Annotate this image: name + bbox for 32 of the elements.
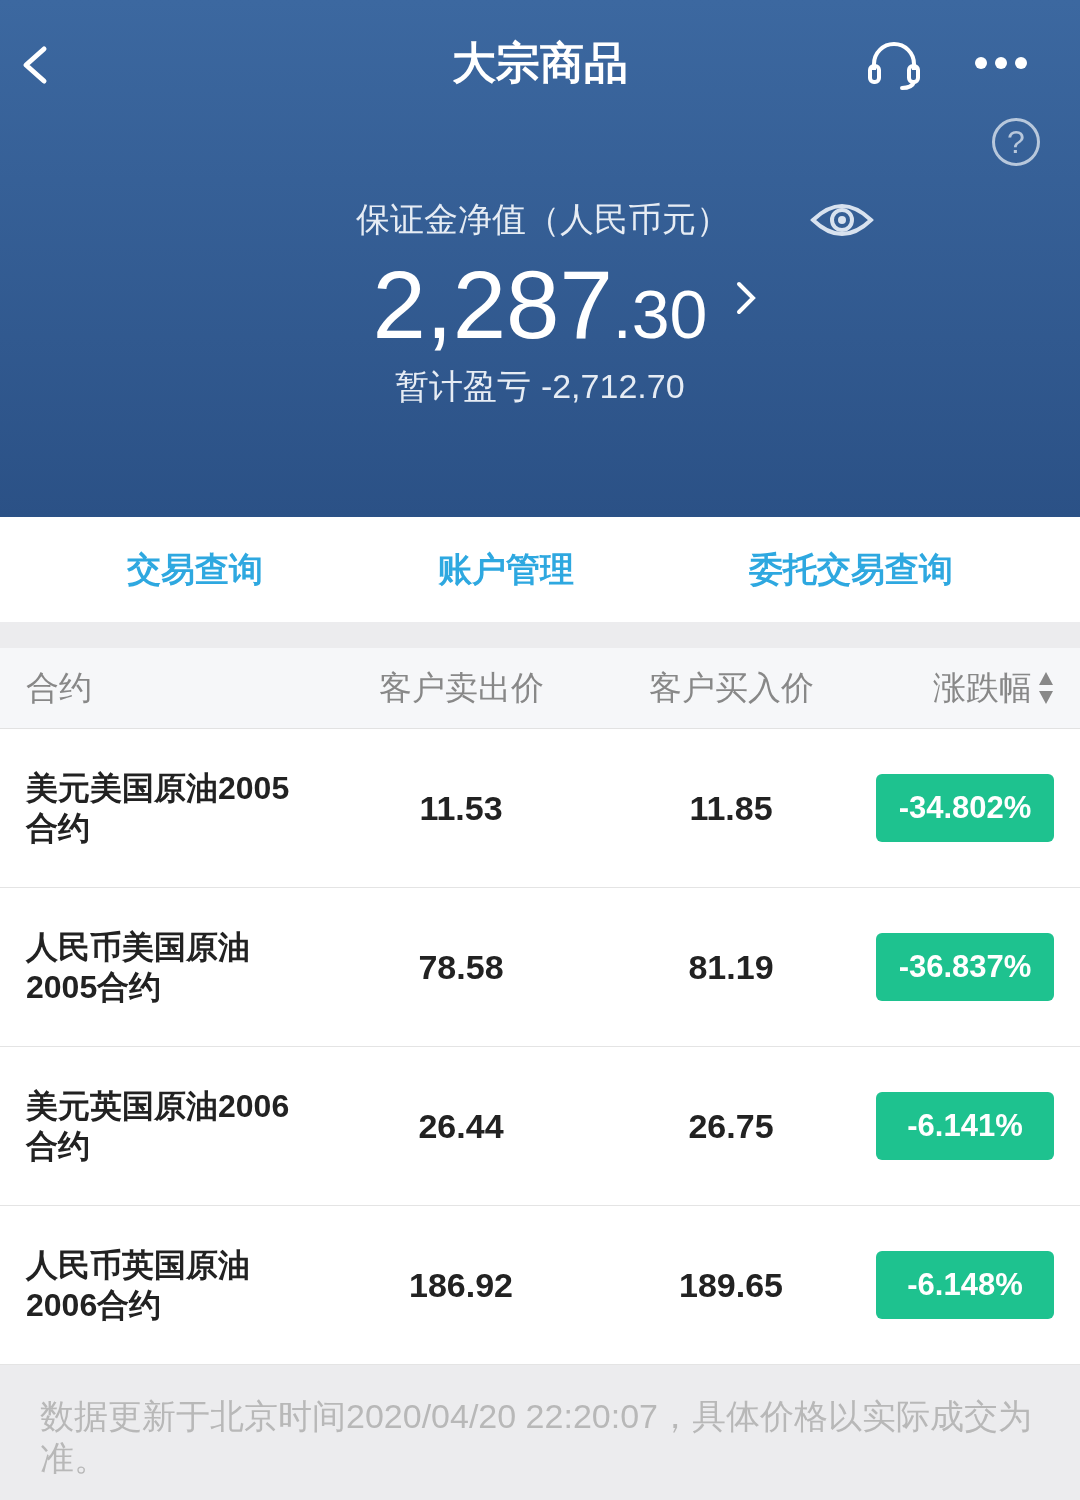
nav-link[interactable]: 账户管理	[438, 546, 574, 593]
column-header[interactable]: 涨跌幅	[933, 665, 1054, 711]
more-icon[interactable]	[973, 55, 1029, 71]
buy-price: 26.75	[688, 1106, 774, 1146]
profit-loss-text: 暂计盈亏 -2,712.70	[395, 366, 685, 407]
change-badge: -36.837%	[876, 933, 1054, 1001]
balance-amount: 2,287.30	[372, 250, 708, 360]
sell-price: 26.44	[418, 1106, 504, 1146]
sell-price: 11.53	[419, 788, 503, 828]
sell-price: 186.92	[409, 1265, 513, 1305]
column-header: 客户买入价	[648, 667, 814, 708]
buy-price: 11.85	[689, 788, 773, 828]
column-header: 合约	[26, 667, 92, 708]
balance-label: 保证金净值（人民币元）	[356, 199, 730, 240]
buy-price: 81.19	[688, 947, 774, 987]
contract-name: 美元英国原油2006合约	[26, 1087, 291, 1166]
change-badge: -6.148%	[876, 1251, 1054, 1319]
change-badge: -6.141%	[876, 1092, 1054, 1160]
headset-icon[interactable]	[866, 40, 922, 92]
help-icon[interactable]: ?	[992, 118, 1040, 166]
chevron-right-icon[interactable]	[735, 280, 758, 316]
nav-link[interactable]: 委托交易查询	[748, 546, 953, 593]
buy-price: 189.65	[679, 1265, 783, 1305]
page-title: 大宗商品	[452, 36, 628, 89]
nav-link[interactable]: 交易查询	[127, 546, 264, 593]
sell-price: 78.58	[418, 947, 504, 987]
contract-name: 美元美国原油2005合约	[26, 769, 291, 848]
contract-name: 人民币英国原油2006合约	[26, 1246, 251, 1325]
contract-name: 人民币美国原油2005合约	[26, 928, 251, 1007]
sort-icon[interactable]	[1038, 670, 1054, 706]
column-header: 客户卖出价	[378, 667, 544, 708]
change-badge: -34.802%	[876, 774, 1054, 842]
